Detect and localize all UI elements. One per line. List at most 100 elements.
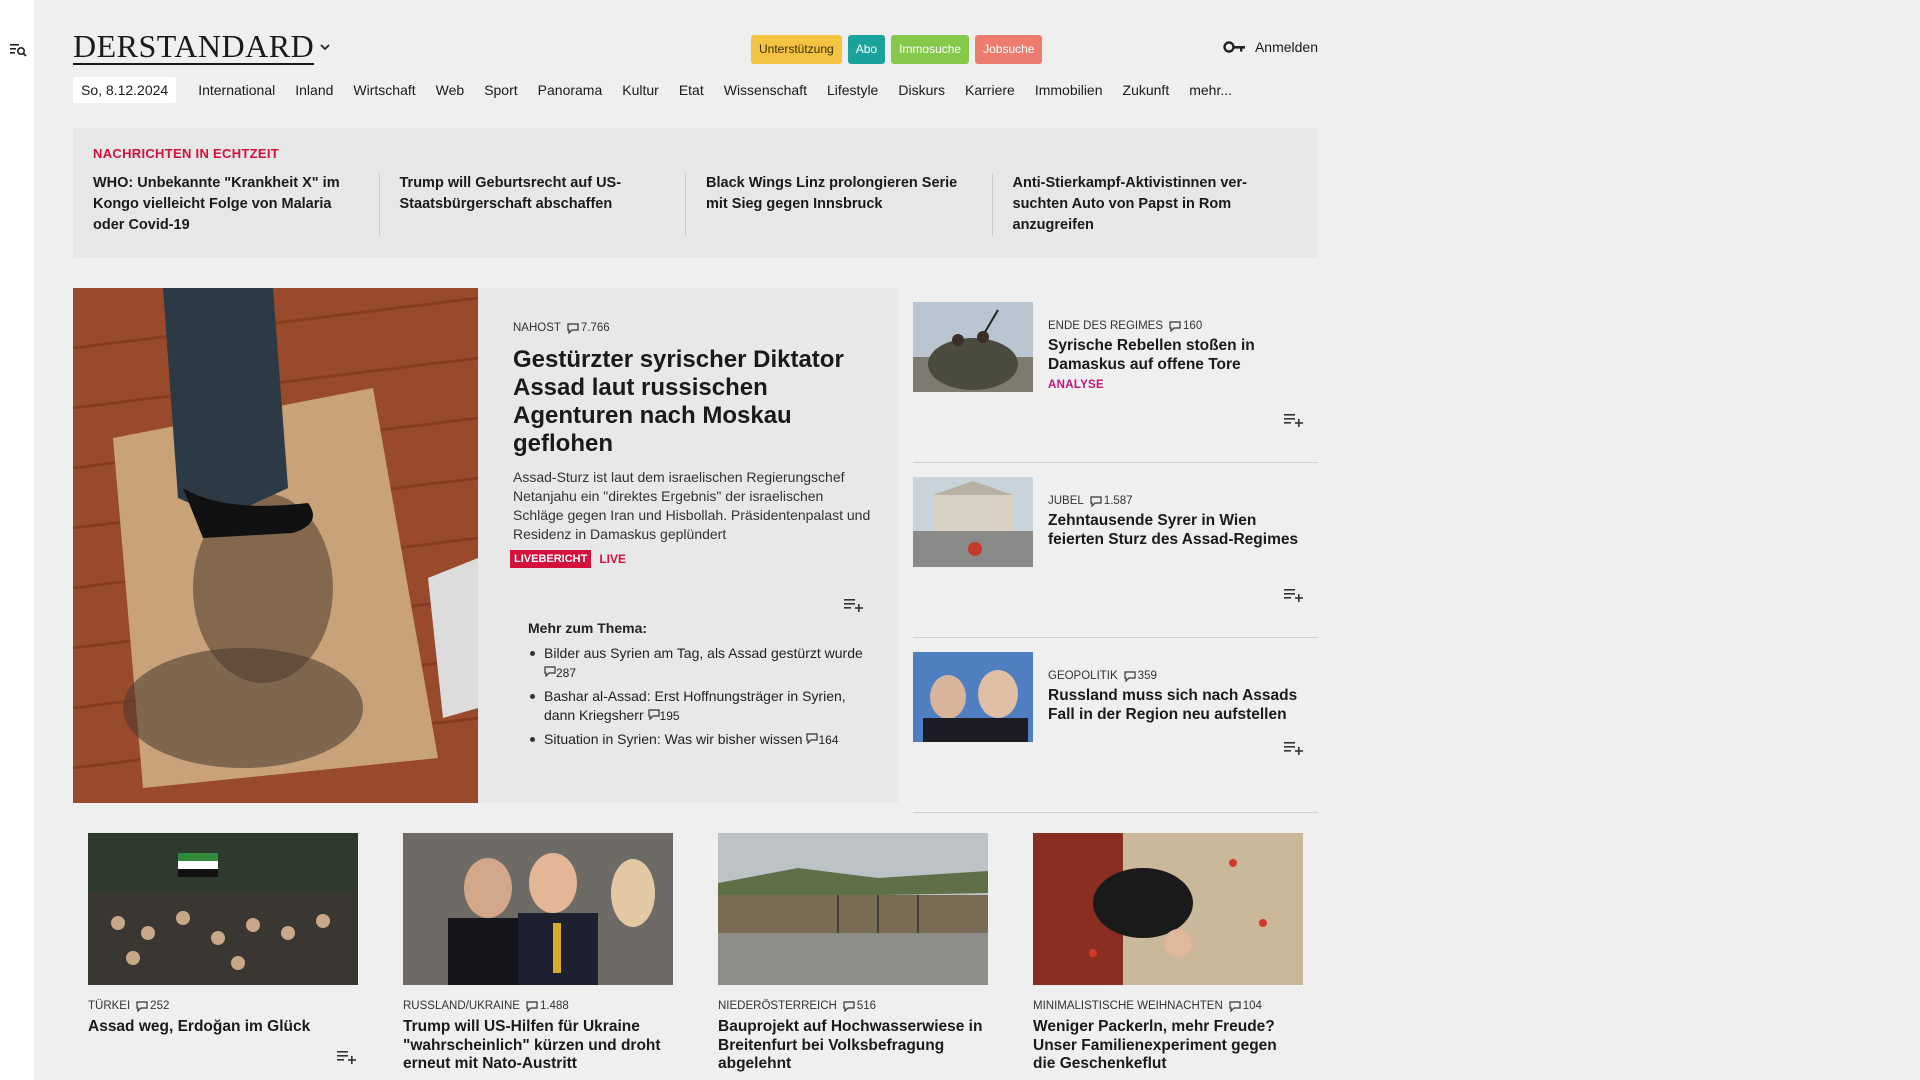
live-badges: LIVEBERICHT LIVE [510,550,873,568]
story-kicker: NIEDERÖSTERREICH [718,1000,837,1012]
nav-item-international[interactable]: International [198,82,275,98]
side-story-image[interactable] [913,477,1033,567]
comment-count-value: 7.766 [580,322,610,334]
story-card-meta: NIEDERÖSTERREICH 516 [718,1000,988,1012]
lead-story-body: NAHOST 7.766 Gestürzter syrischer Diktat… [510,322,873,568]
nav-item-lifestyle[interactable]: Lifestyle [827,82,878,98]
comment-count[interactable]: 7.766 [567,322,610,334]
story-card-image[interactable] [403,833,673,985]
side-story-image[interactable] [913,302,1033,392]
side-story-title[interactable]: Zehntausende Syrer in Wien feierten Stur… [1048,512,1308,549]
related-comment-count: 287 [544,666,576,680]
side-stories: ENDE DES REGIMES 160 Syrische Rebellen s… [913,288,1318,813]
comment-count-value: 104 [1242,1000,1262,1012]
story-card-image[interactable] [718,833,988,985]
nav-item-wissenschaft[interactable]: Wissenschaft [724,82,807,98]
related-item[interactable]: Bilder aus Syrien am Tag, als Assad gest… [528,644,878,683]
search-menu-icon[interactable] [8,40,28,60]
story-kicker: GEOPOLITIK [1048,670,1118,682]
story-kicker: NAHOST [513,322,561,334]
nav-item-inland[interactable]: Inland [295,82,333,98]
story-card-image[interactable] [88,833,358,985]
side-story-image[interactable] [913,652,1033,742]
comment-count[interactable]: 359 [1124,670,1157,682]
comment-count[interactable]: 516 [843,1000,876,1012]
service-links: Unterstützung Abo Immosuche Jobsuche [751,35,1043,64]
ticker-item[interactable]: Black Wings Linz prolongieren Serie mit … [685,173,992,236]
side-story-meta: GEOPOLITIK 359 [1048,670,1308,682]
nav-item-sport[interactable]: Sport [484,82,517,98]
side-story-body: JUBEL 1.587 Zehntausende Syrer in Wien f… [1048,495,1308,549]
comment-icon [544,666,556,678]
playlist-add-icon[interactable] [1283,410,1305,428]
comment-count-value: 195 [659,709,680,723]
support-button[interactable]: Unterstützung [751,35,842,64]
playlist-add-icon[interactable] [1283,585,1305,603]
story-card-title[interactable]: Assad weg, Erdoğan im Glück [88,1018,358,1037]
related-comment-count: 195 [647,709,680,723]
comment-count[interactable]: 252 [136,1000,169,1012]
jobsuche-button[interactable]: Jobsuche [975,35,1043,64]
nav-item-diskurs[interactable]: Diskurs [898,82,945,98]
related-stories: Mehr zum Thema: Bilder aus Syrien am Tag… [528,620,878,754]
login-button[interactable]: Anmelden [1223,39,1318,55]
story-card: TÜRKEI 252 Assad weg, Erdoğan im Glück [88,833,358,1080]
comment-icon [1229,1000,1241,1012]
nav-item-etat[interactable]: Etat [679,82,704,98]
related-heading: Mehr zum Thema: [528,620,648,636]
chevron-down-icon[interactable] [318,40,332,54]
lead-story-image[interactable] [73,288,478,803]
side-story-meta: JUBEL 1.587 [1048,495,1308,507]
nav-item-wirtschaft[interactable]: Wirtschaft [353,82,415,98]
side-story-title[interactable]: Russland muss sich nach Assads Fall in d… [1048,687,1308,724]
story-card-image[interactable] [1033,833,1303,985]
side-story: GEOPOLITIK 359 Russland muss sich nach A… [913,638,1318,813]
nav-item-karriere[interactable]: Karriere [965,82,1015,98]
story-card: RUSSLAND/UKRAINE 1.488 Trump will US-Hil… [403,833,673,1080]
related-item[interactable]: Bashar al-Assad: Erst Hoffnungsträger in… [528,687,878,726]
story-card-meta: MINIMALISTISCHE WEIHNACHTEN 104 [1033,1000,1303,1012]
comment-count-value: 1.587 [1103,495,1133,507]
story-card-title[interactable]: Bauprojekt auf Hochwasserwiese in Breite… [718,1018,988,1074]
comment-count[interactable]: 1.488 [526,1000,569,1012]
comment-count[interactable]: 1.587 [1090,495,1133,507]
story-card: NIEDERÖSTERREICH 516 Bauprojekt auf Hoch… [718,833,988,1080]
story-kicker: JUBEL [1048,495,1084,507]
comment-icon [1090,495,1102,507]
related-item[interactable]: Situation in Syrien: Was wir bisher wiss… [528,730,878,750]
site-logo[interactable]: DERSTANDARD [73,30,315,65]
nav-item-zukunft[interactable]: Zukunft [1123,82,1170,98]
related-comment-count: 164 [806,733,839,747]
side-story: JUBEL 1.587 Zehntausende Syrer in Wien f… [913,463,1318,638]
side-story-body: ENDE DES REGIMES 160 Syrische Rebellen s… [1048,320,1308,391]
comment-count-value: 164 [818,733,839,747]
playlist-add-icon[interactable] [843,595,865,613]
story-card-title[interactable]: Trump will US-Hilfen für Ukraine "wahrsc… [403,1018,673,1074]
nav-item-mehr[interactable]: mehr... [1189,82,1232,98]
playlist-add-icon[interactable] [1283,738,1305,756]
story-card-title[interactable]: Weniger Packerln, mehr Freude? Unser Fam… [1033,1018,1303,1074]
comment-count[interactable]: 160 [1169,320,1202,332]
comment-count-value: 359 [1137,670,1157,682]
nav-item-web[interactable]: Web [436,82,465,98]
abo-button[interactable]: Abo [847,35,886,64]
ticker-item[interactable]: Anti-Stierkampf-Aktivistinnen ver-suchte… [991,173,1299,236]
nav-item-panorama[interactable]: Panorama [538,82,603,98]
story-card-meta: TÜRKEI 252 [88,1000,358,1012]
story-card-meta: RUSSLAND/UKRAINE 1.488 [403,1000,673,1012]
ticker-item[interactable]: WHO: Unbekannte "Krankheit X" im Kongo v… [93,173,379,236]
nav-item-kultur[interactable]: Kultur [622,82,659,98]
side-story-title[interactable]: Syrische Rebellen stoßen in Damaskus auf… [1048,337,1308,374]
lead-story-meta: NAHOST 7.766 [513,322,873,334]
playlist-add-icon[interactable] [336,1047,358,1065]
comment-count[interactable]: 104 [1229,1000,1262,1012]
comment-icon [806,733,819,745]
immosuche-button[interactable]: Immosuche [891,35,970,64]
story-card: MINIMALISTISCHE WEIHNACHTEN 104 Weniger … [1033,833,1303,1080]
lead-story: NAHOST 7.766 Gestürzter syrischer Diktat… [73,288,898,803]
main-nav: So, 8.12.2024 International Inland Wirts… [73,77,1242,103]
ticker-item[interactable]: Trump will Geburtsrecht auf US-Staatsbür… [378,173,686,236]
nav-item-immobilien[interactable]: Immobilien [1035,82,1103,98]
comment-icon [647,709,660,721]
lead-story-title[interactable]: Gestürzter syrischer Diktator Assad laut… [513,346,873,458]
